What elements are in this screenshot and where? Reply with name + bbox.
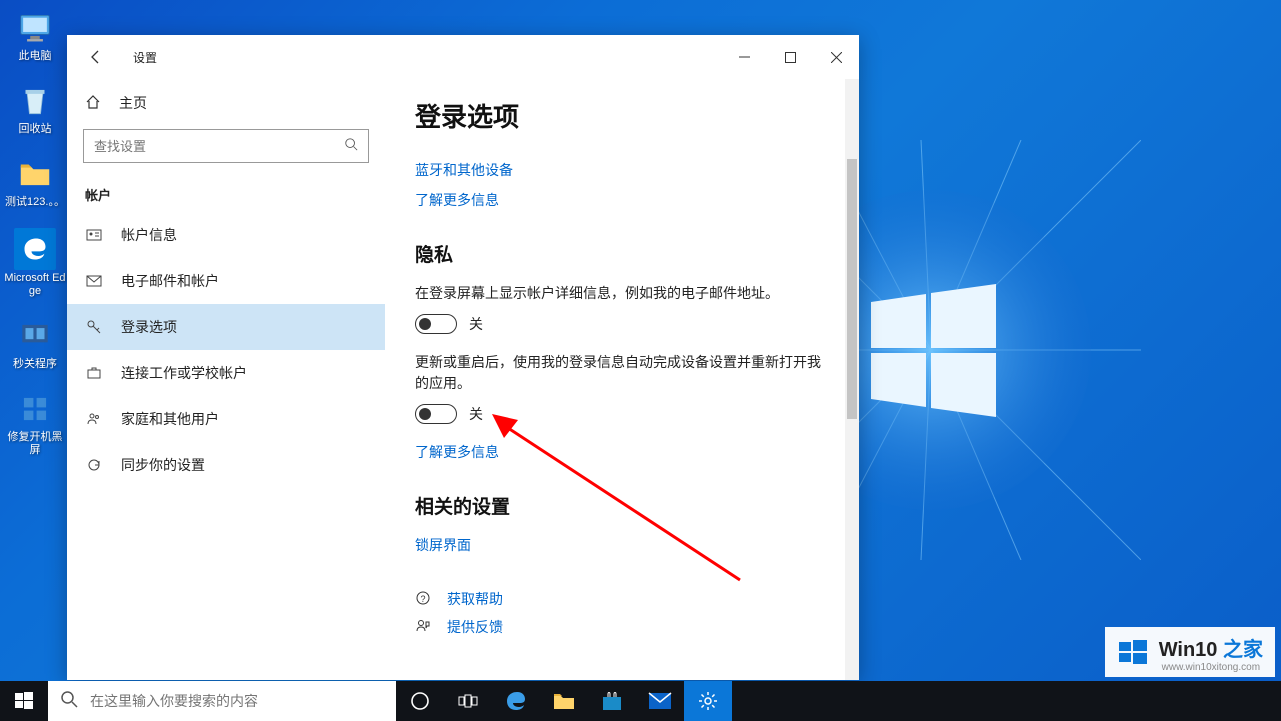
computer-icon [15,8,55,48]
taskbar-store[interactable] [588,681,636,721]
back-button[interactable] [81,42,111,72]
link-learn-more-2[interactable]: 了解更多信息 [415,442,829,462]
desktop-icon-repair[interactable]: 修复开机黑屏 [4,389,66,457]
privacy-heading: 隐私 [415,240,829,267]
titlebar: 设置 [67,35,859,79]
taskbar-search[interactable] [48,681,396,721]
maximize-button[interactable] [767,41,813,73]
edge-icon [14,228,56,270]
search-box[interactable] [83,129,369,163]
toggle-state-1: 关 [469,314,483,334]
privacy-desc-2: 更新或重启后，使用我的登录信息自动完成设备设置并重新打开我的应用。 [415,352,829,394]
desktop-icon-recycle-bin[interactable]: 回收站 [4,81,66,136]
app-icon [15,316,55,356]
link-learn-more-1[interactable]: 了解更多信息 [415,190,829,210]
briefcase-icon [85,364,103,382]
taskbar-settings[interactable] [684,681,732,721]
toggle-state-2: 关 [469,404,483,424]
watermark-logo-icon [1117,636,1151,670]
people-icon [85,410,103,428]
minimize-button[interactable] [721,41,767,73]
taskbar [0,681,1281,721]
toggle-use-signin-info[interactable] [415,404,457,424]
nav-email-accounts[interactable]: 电子邮件和帐户 [67,258,385,304]
home-icon [85,94,101,113]
taskbar-search-input[interactable] [90,693,384,709]
desktop-icon-shutdown[interactable]: 秒关程序 [4,316,66,371]
related-heading: 相关的设置 [415,492,829,519]
start-button[interactable] [0,681,48,721]
window-title: 设置 [133,49,157,66]
link-bluetooth[interactable]: 蓝牙和其他设备 [415,160,829,180]
taskbar-edge[interactable] [492,681,540,721]
search-input[interactable] [94,139,344,154]
mail-icon [85,272,103,290]
search-icon [60,690,78,713]
sidebar-section-label: 帐户 [67,177,385,212]
taskbar-mail[interactable] [636,681,684,721]
desktop-icon-edge[interactable]: Microsoft Edge [4,228,66,298]
folder-icon [15,154,55,194]
page-heading: 登录选项 [415,97,829,134]
key-icon [85,318,103,336]
search-icon [344,137,358,156]
help-icon: ? [415,590,433,609]
sidebar: 主页 帐户 帐户信息 电子邮件和帐户 登录选项 连接工作或学校帐户 [67,79,385,680]
sync-icon [85,456,103,474]
desktop: 此电脑 回收站 测试123.。。 Microsoft Edge 秒关程序 修复开… [0,0,70,458]
taskbar-explorer[interactable] [540,681,588,721]
desktop-icon-this-pc[interactable]: 此电脑 [4,8,66,63]
close-button[interactable] [813,41,859,73]
nav-account-info[interactable]: 帐户信息 [67,212,385,258]
scrollbar[interactable] [845,79,859,680]
desktop-icon-folder[interactable]: 测试123.。。 [4,154,66,209]
give-feedback-link[interactable]: 提供反馈 [415,617,829,637]
get-help-link[interactable]: ? 获取帮助 [415,589,829,609]
svg-text:?: ? [420,594,425,604]
recycle-bin-icon [15,81,55,121]
feedback-icon [415,618,433,637]
content-pane: 登录选项 蓝牙和其他设备 了解更多信息 隐私 在登录屏幕上显示帐户详细信息，例如… [385,79,859,680]
nav-sync-settings[interactable]: 同步你的设置 [67,442,385,488]
privacy-desc-1: 在登录屏幕上显示帐户详细信息，例如我的电子邮件地址。 [415,283,829,304]
toggle-show-account-details[interactable] [415,314,457,334]
app-icon [15,389,55,429]
cortana-button[interactable] [396,681,444,721]
nav-work-school[interactable]: 连接工作或学校帐户 [67,350,385,396]
nav-signin-options[interactable]: 登录选项 [67,304,385,350]
taskview-button[interactable] [444,681,492,721]
settings-window: 设置 主页 帐户 帐户信息 电子邮件和帐户 [67,35,859,680]
link-lockscreen[interactable]: 锁屏界面 [415,535,829,555]
watermark: Win10 之家 www.win10xitong.com [1105,627,1275,677]
home-link[interactable]: 主页 [67,79,385,125]
nav-family-users[interactable]: 家庭和其他用户 [67,396,385,442]
person-card-icon [85,226,103,244]
